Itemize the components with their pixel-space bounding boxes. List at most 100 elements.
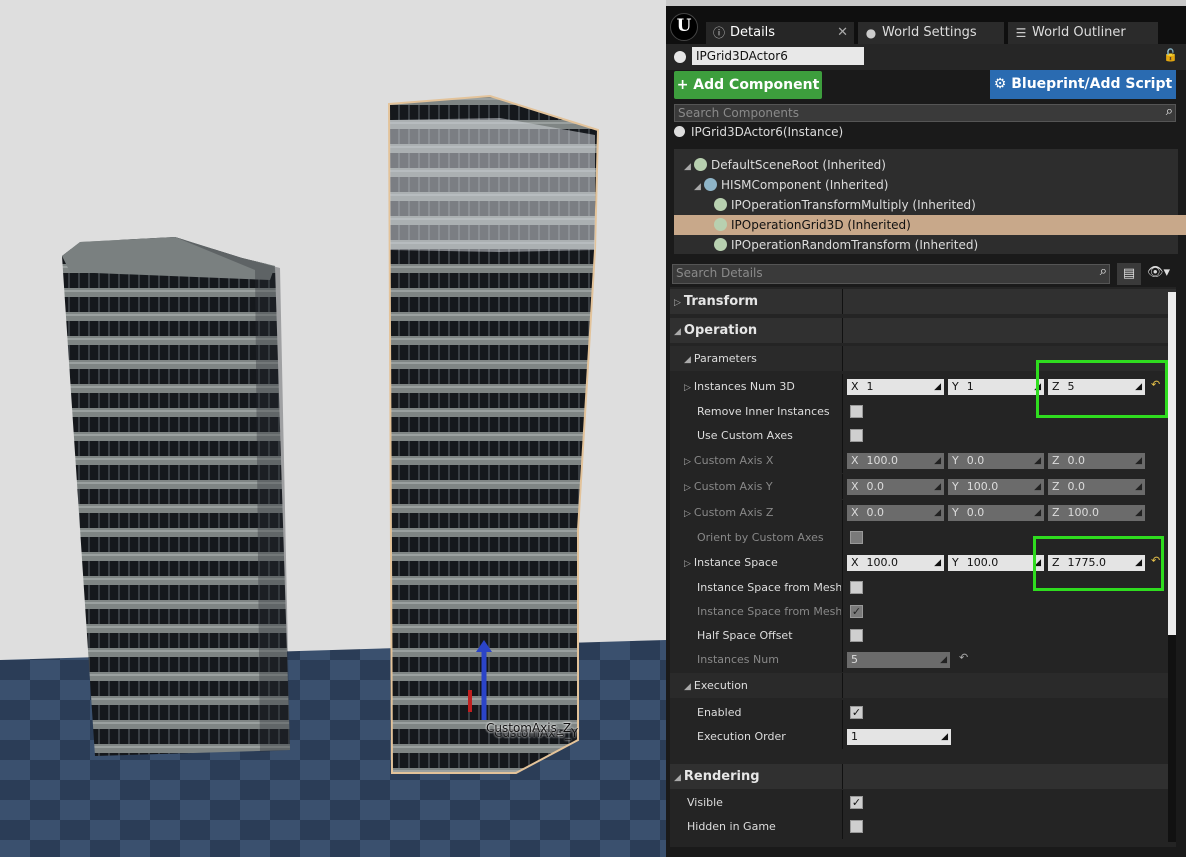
property-label: Half Space Offset bbox=[697, 629, 793, 642]
property-label: Execution Order bbox=[697, 730, 786, 743]
custom-axis-y-y-field[interactable]: Y 100.0 ◢ bbox=[948, 479, 1044, 495]
left-building[interactable] bbox=[62, 237, 290, 756]
custom-axis-z-z-field[interactable]: Z 100.0 ◢ bbox=[1048, 505, 1145, 521]
search-icon[interactable]: ⌕ bbox=[1166, 104, 1173, 119]
search-icon[interactable]: ⌕ bbox=[1100, 264, 1107, 279]
category-transform[interactable]: ▷ Transform bbox=[670, 289, 1176, 314]
row-half-space-offset: Half Space Offset bbox=[670, 623, 1176, 648]
expand-arrow-icon[interactable]: ▷ bbox=[684, 457, 691, 467]
tab-details[interactable]: ⓘ Details ✕ bbox=[706, 22, 854, 44]
custom-axis-z-y-field[interactable]: Y 0.0 ◢ bbox=[948, 505, 1044, 521]
details-scrollbar-thumb[interactable] bbox=[1168, 292, 1176, 635]
expand-arrow-icon[interactable]: ▷ bbox=[684, 559, 691, 569]
instances-num-z-field[interactable]: Z 5 ◢ bbox=[1048, 379, 1145, 395]
space-from-mesh-1-checkbox[interactable] bbox=[850, 581, 863, 594]
row-hidden-in-game: Hidden in Game bbox=[670, 814, 1176, 839]
category-label: Operation bbox=[683, 323, 758, 338]
actor-icon bbox=[674, 51, 686, 63]
tree-item-label: IPOperationRandomTransform (Inherited) bbox=[731, 238, 979, 252]
expand-arrow-icon[interactable]: ◢ bbox=[674, 327, 681, 337]
execution-order-field[interactable]: 1 ◢ bbox=[847, 729, 951, 745]
property-matrix-icon[interactable]: ▤ bbox=[1117, 263, 1141, 285]
use-custom-axes-checkbox[interactable] bbox=[850, 429, 863, 442]
property-label: Remove Inner Instances bbox=[697, 405, 830, 418]
blueprint-add-script-button[interactable]: ⚙ Blueprint/Add Script bbox=[990, 70, 1176, 99]
category-label: Rendering bbox=[683, 769, 760, 784]
category-label: Transform bbox=[683, 294, 759, 309]
category-rendering[interactable]: ◢ Rendering bbox=[670, 764, 1176, 789]
expand-arrow-icon[interactable]: ▷ bbox=[684, 383, 691, 393]
details-search-input[interactable] bbox=[676, 265, 1069, 281]
custom-axis-x-y-field[interactable]: Y 0.0 ◢ bbox=[948, 453, 1044, 469]
hidden-in-game-checkbox[interactable] bbox=[850, 820, 863, 833]
instance-root[interactable]: IPGrid3DActor6(Instance) bbox=[674, 125, 843, 141]
row-instances-num: Instances Num 5 ◢ ↶ bbox=[670, 647, 1176, 672]
property-label: Instances Num 3D bbox=[693, 380, 795, 393]
tab-world-settings[interactable]: ● World Settings bbox=[858, 22, 1004, 44]
tree-item-default-scene-root[interactable]: ◢ DefaultSceneRoot (Inherited) bbox=[674, 155, 1186, 175]
expand-arrow-icon[interactable]: ◢ bbox=[684, 682, 691, 692]
enabled-checkbox[interactable]: ✓ bbox=[850, 706, 863, 719]
property-label: Custom Axis Y bbox=[693, 480, 773, 493]
gizmo-label: CustomAxis_Z bbox=[486, 721, 572, 735]
view-options-eye-icon[interactable]: 👁▾ bbox=[1147, 265, 1170, 280]
half-space-offset-checkbox[interactable] bbox=[850, 629, 863, 642]
lock-icon[interactable]: 🔓 bbox=[1163, 48, 1178, 62]
custom-axis-x-x-field[interactable]: X 100.0 ◢ bbox=[847, 453, 944, 469]
row-custom-axis-x: ▷ Custom Axis X X 100.0 ◢ Y 0.0 ◢ Z 0.0 ◢ bbox=[670, 448, 1176, 473]
component-search-input[interactable] bbox=[678, 105, 1128, 121]
operation-component-icon bbox=[714, 238, 727, 251]
collapse-arrow-icon[interactable]: ◢ bbox=[694, 177, 704, 197]
custom-axis-y-z-field[interactable]: Z 0.0 ◢ bbox=[1048, 479, 1145, 495]
instance-space-z-field[interactable]: Z 1775.0 ◢ bbox=[1048, 555, 1145, 571]
reset-to-default-icon[interactable]: ↶ bbox=[1151, 378, 1160, 391]
space-from-mesh-2-checkbox[interactable]: ✓ bbox=[850, 605, 863, 618]
visible-checkbox[interactable]: ✓ bbox=[850, 796, 863, 809]
selected-building[interactable] bbox=[387, 94, 600, 774]
scene-component-icon bbox=[694, 158, 707, 171]
tree-item-random-transform[interactable]: IPOperationRandomTransform (Inherited) bbox=[674, 235, 1186, 255]
component-search-box[interactable]: ⌕ bbox=[674, 104, 1176, 122]
expand-arrow-icon[interactable]: ◢ bbox=[674, 773, 681, 783]
row-instance-space-from-mesh-2: Instance Space from Mesh B ✓ bbox=[670, 599, 1176, 624]
tab-world-outliner-label: World Outliner bbox=[1032, 25, 1126, 40]
add-component-button[interactable]: + Add Component ▾ bbox=[674, 71, 822, 121]
expand-arrow-icon[interactable]: ▷ bbox=[674, 298, 681, 308]
actor-name-input[interactable] bbox=[692, 47, 864, 65]
instance-space-y-field[interactable]: Y 100.0 ◢ bbox=[948, 555, 1044, 571]
instances-num-y-field[interactable]: Y 1 ◢ bbox=[948, 379, 1044, 395]
globe-icon: ● bbox=[865, 26, 877, 40]
orient-custom-checkbox[interactable] bbox=[850, 531, 863, 544]
tab-world-outliner[interactable]: ☰ World Outliner bbox=[1008, 22, 1158, 44]
row-custom-axis-y: ▷ Custom Axis Y X 0.0 ◢ Y 100.0 ◢ Z 0.0 ◢ bbox=[670, 474, 1176, 499]
reset-to-default-icon[interactable]: ↶ bbox=[959, 651, 968, 664]
custom-axis-y-x-field[interactable]: X 0.0 ◢ bbox=[847, 479, 944, 495]
expand-arrow-icon[interactable]: ▷ bbox=[684, 483, 691, 493]
custom-axis-z-x-field[interactable]: X 0.0 ◢ bbox=[847, 505, 944, 521]
blueprint-label: Blueprint/Add Script bbox=[1011, 76, 1173, 92]
expand-arrow-icon[interactable]: ▷ bbox=[684, 509, 691, 519]
operation-component-icon bbox=[714, 218, 727, 231]
details-search-box[interactable]: ⌕ bbox=[672, 264, 1110, 284]
instances-num-field[interactable]: 5 ◢ bbox=[847, 652, 950, 668]
tree-item-grid3d[interactable]: IPOperationGrid3D (Inherited) bbox=[674, 215, 1186, 235]
tree-item-transform-multiply[interactable]: IPOperationTransformMultiply (Inherited) bbox=[674, 195, 1186, 215]
custom-axis-x-z-field[interactable]: Z 0.0 ◢ bbox=[1048, 453, 1145, 469]
actor-sphere-icon bbox=[674, 126, 685, 137]
operation-component-icon bbox=[714, 198, 727, 211]
subcategory-execution[interactable]: ◢ Execution bbox=[670, 673, 1176, 698]
reset-to-default-icon[interactable]: ↶ bbox=[1151, 554, 1160, 567]
instance-space-x-field[interactable]: X 100.0 ◢ bbox=[847, 555, 944, 571]
remove-inner-checkbox[interactable] bbox=[850, 405, 863, 418]
subcategory-parameters[interactable]: ◢ Parameters bbox=[670, 346, 1176, 371]
collapse-arrow-icon[interactable]: ◢ bbox=[684, 157, 694, 177]
close-icon[interactable]: ✕ bbox=[837, 22, 848, 44]
property-label: Instance Space bbox=[693, 556, 778, 569]
instances-num-x-field[interactable]: X 1 ◢ bbox=[847, 379, 944, 395]
category-operation[interactable]: ◢ Operation bbox=[670, 318, 1176, 343]
tree-item-hism-component[interactable]: ◢ HISMComponent (Inherited) bbox=[674, 175, 1186, 195]
outliner-icon: ☰ bbox=[1015, 26, 1027, 40]
tree-item-label: IPOperationTransformMultiply (Inherited) bbox=[731, 198, 976, 212]
expand-arrow-icon[interactable]: ◢ bbox=[684, 355, 691, 365]
property-label: Instance Space from Mesh B bbox=[697, 581, 841, 594]
